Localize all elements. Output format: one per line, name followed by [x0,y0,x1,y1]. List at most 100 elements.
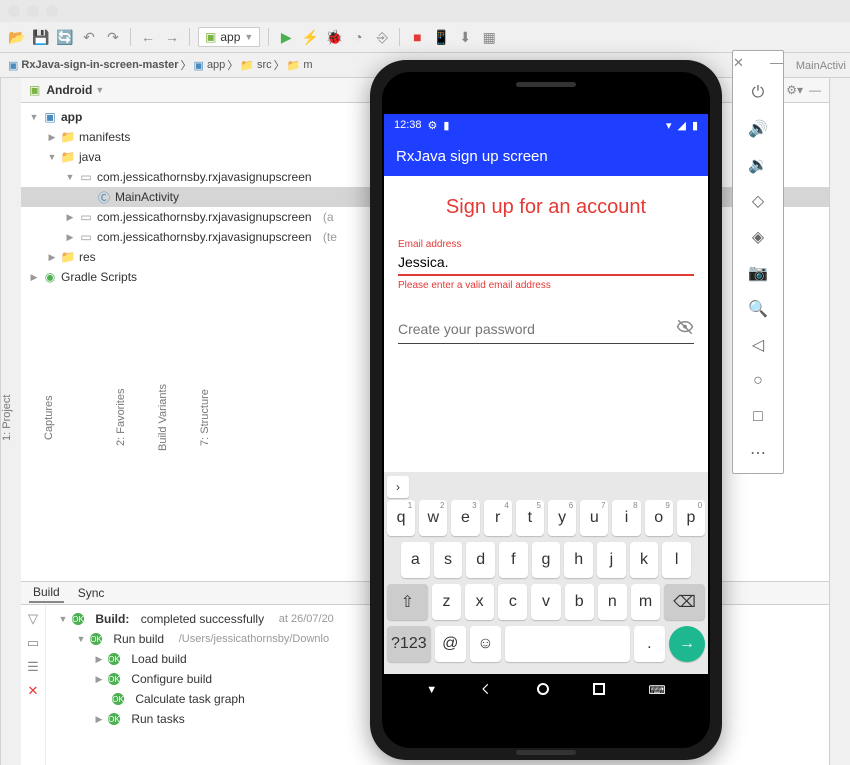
emulator-toolbar: ✕ — ⏻ 🔊 🔉 ◇ ◈ 📷 🔍 ◁ ○ □ ⋯ [732,50,784,474]
save-icon[interactable]: 💾 [32,28,50,46]
emulator-overview-icon[interactable]: □ [733,401,783,433]
nav-recents-icon[interactable] [592,682,606,699]
expand-tree-icon[interactable]: ▽ [28,611,38,627]
emulator-volume-up-icon[interactable]: 🔊 [733,113,783,145]
captures-tool-tab[interactable]: Captures [43,391,55,444]
emoji-key[interactable]: ☺ [470,626,501,662]
emulator-back-icon[interactable]: ◁ [733,329,783,361]
key-a[interactable]: a [401,542,430,578]
editor-tab[interactable]: MainActivi [792,56,850,76]
visibility-toggle-icon[interactable] [676,318,694,340]
emulator-rotate-right-icon[interactable]: ◈ [733,221,783,253]
password-input[interactable] [398,315,676,343]
key-o[interactable]: o9 [645,500,673,536]
battery-status-icon: ▮ [443,119,449,132]
key-g[interactable]: g [532,542,561,578]
emulator-rotate-left-icon[interactable]: ◇ [733,185,783,217]
attach-debugger-icon[interactable]: ⎆ [373,28,391,46]
android-icon: ▣ [29,83,40,97]
emulator-zoom-icon[interactable]: 🔍 [733,293,783,325]
close-window[interactable] [8,5,20,17]
close-build-icon[interactable]: ✕ [28,683,39,699]
breadcrumb-item[interactable]: 📁src [240,59,271,72]
key-l[interactable]: l [662,542,691,578]
emulator-screenshot-icon[interactable]: 📷 [733,257,783,289]
key-v[interactable]: v [531,584,560,620]
key-z[interactable]: z [432,584,461,620]
shift-key[interactable]: ⇧ [387,584,428,620]
keyboard-expand-icon[interactable]: › [387,476,409,498]
key-d[interactable]: d [466,542,495,578]
nav-expand-icon[interactable]: ▼ [426,684,437,696]
backspace-key[interactable]: ⌫ [664,584,705,620]
build-tab[interactable]: Build [29,583,64,603]
undo-icon[interactable]: ↶ [80,28,98,46]
key-x[interactable]: x [465,584,494,620]
spacebar-key[interactable] [505,626,630,662]
key-w[interactable]: w2 [419,500,447,536]
emulator-close-icon[interactable]: ✕ [733,55,744,73]
key-m[interactable]: m [631,584,660,620]
key-j[interactable]: j [597,542,626,578]
key-c[interactable]: c [498,584,527,620]
layout-inspector-icon[interactable]: ▦ [480,28,498,46]
run-configuration[interactable]: ▣ app ▼ [198,27,260,47]
breadcrumb-item[interactable]: ▣RxJava-sign-in-screen-master [8,59,179,72]
profile-icon[interactable]: ◔ [349,28,367,46]
key-n[interactable]: n [598,584,627,620]
key-k[interactable]: k [630,542,659,578]
apply-changes-icon[interactable]: ⚡ [301,28,319,46]
key-y[interactable]: y6 [548,500,576,536]
nav-keyboard-icon[interactable]: ⌨ [648,683,665,697]
nav-home-icon[interactable] [536,682,550,699]
key-r[interactable]: r4 [484,500,512,536]
at-key[interactable]: @ [435,626,466,662]
period-key[interactable]: . [634,626,665,662]
emulator-home-icon[interactable]: ○ [733,365,783,397]
zoom-window[interactable] [46,5,58,17]
settings-gear-icon[interactable]: ⚙▾ [786,83,803,97]
sync-icon[interactable]: 🔄 [56,28,74,46]
emulator-minimize-icon[interactable]: — [770,55,783,73]
stop-button[interactable]: ■ [408,28,426,46]
project-view-selector[interactable]: Android▼ [46,83,104,97]
nav-back-icon[interactable] [479,682,493,699]
redo-icon[interactable]: ↷ [104,28,122,46]
key-s[interactable]: s [434,542,463,578]
key-f[interactable]: f [499,542,528,578]
back-icon[interactable]: ← [139,28,157,46]
clock: 12:38 [394,119,422,131]
toggle-icon[interactable]: ☰ [27,659,39,675]
emulator-volume-down-icon[interactable]: 🔉 [733,149,783,181]
key-q[interactable]: q1 [387,500,415,536]
email-input[interactable] [398,250,694,276]
key-h[interactable]: h [564,542,593,578]
run-button[interactable]: ▶ [277,28,295,46]
symbols-key[interactable]: ?123 [387,626,431,662]
key-t[interactable]: t5 [516,500,544,536]
sync-tab[interactable]: Sync [74,584,109,602]
open-icon[interactable]: 📂 [8,28,26,46]
key-u[interactable]: u7 [580,500,608,536]
favorites-tool-tab[interactable]: 2: Favorites [115,385,127,450]
emulator-more-icon[interactable]: ⋯ [733,437,783,469]
key-e[interactable]: e3 [451,500,479,536]
breadcrumb-item[interactable]: ▣app [194,59,226,72]
sdk-manager-icon[interactable]: ⬇ [456,28,474,46]
key-p[interactable]: p0 [677,500,705,536]
project-tool-tab[interactable]: 1: Project [1,390,13,444]
avd-manager-icon[interactable]: 📱 [432,28,450,46]
hide-panel-icon[interactable]: — [809,83,821,97]
enter-key[interactable]: → [669,626,705,662]
build-variants-tool-tab[interactable]: Build Variants [157,380,169,455]
forward-icon[interactable]: → [163,28,181,46]
structure-tool-tab[interactable]: 7: Structure [199,385,211,450]
filter-icon[interactable]: ▭ [27,635,39,651]
debug-button[interactable]: 🐞 [325,28,343,46]
emulator-power-icon[interactable]: ⏻ [733,77,783,109]
key-i[interactable]: i8 [612,500,640,536]
android-nav-bar: ▼ ⌨ [384,674,708,706]
breadcrumb-item[interactable]: 📁m [287,59,313,72]
minimize-window[interactable] [27,5,39,17]
key-b[interactable]: b [565,584,594,620]
